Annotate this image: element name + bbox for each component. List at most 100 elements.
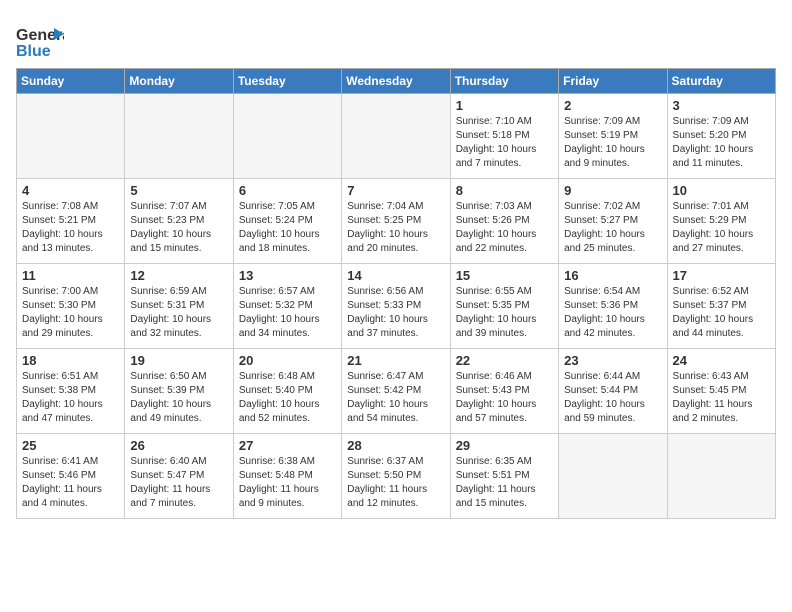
day-of-week-header: Thursday [450,69,558,94]
calendar-cell: 21 Sunrise: 6:47 AM Sunset: 5:42 PM Dayli… [342,349,450,434]
day-info: Sunrise: 6:59 AM Sunset: 5:31 PM Dayligh… [130,285,227,341]
day-number: 21 [347,353,444,368]
calendar-cell: 29Sunrise: 6:35 AM Sunset: 5:51 PM Dayli… [450,434,558,519]
day-info: Sunrise: 6:48 AM Sunset: 5:40 PM Dayligh… [239,370,336,426]
day-number: 3 [673,98,770,113]
calendar-cell: 13 Sunrise: 6:57 AM Sunset: 5:32 PM Dayli… [233,264,341,349]
calendar-cell: 8Sunrise: 7:03 AM Sunset: 5:26 PM Daylig… [450,179,558,264]
calendar-cell: 25 Sunrise: 6:41 AM Sunset: 5:46 PM Dayli… [17,434,125,519]
calendar-cell: 3 Sunrise: 7:09 AM Sunset: 5:20 PM Daylig… [667,94,775,179]
day-number: 24 [673,353,770,368]
day-number: 23 [564,353,661,368]
day-info: Sunrise: 7:08 AM Sunset: 5:21 PM Dayligh… [22,200,119,256]
calendar-cell: 16Sunrise: 6:54 AM Sunset: 5:36 PM Dayli… [559,264,667,349]
calendar-cell: 14Sunrise: 6:56 AM Sunset: 5:33 PM Dayli… [342,264,450,349]
day-info: Sunrise: 7:09 AM Sunset: 5:19 PM Dayligh… [564,115,661,171]
calendar-week-row: 1 Sunrise: 7:10 AM Sunset: 5:18 PM Daylig… [17,94,776,179]
logo: General Blue [16,20,68,60]
day-info: Sunrise: 6:35 AM Sunset: 5:51 PM Dayligh… [456,455,553,511]
calendar-week-row: 4 Sunrise: 7:08 AM Sunset: 5:21 PM Daylig… [17,179,776,264]
day-of-week-header: Sunday [17,69,125,94]
calendar-body: 1 Sunrise: 7:10 AM Sunset: 5:18 PM Daylig… [17,94,776,519]
day-info: Sunrise: 7:01 AM Sunset: 5:29 PM Dayligh… [673,200,770,256]
calendar-cell: 6 Sunrise: 7:05 AM Sunset: 5:24 PM Daylig… [233,179,341,264]
day-number: 26 [130,438,227,453]
day-number: 25 [22,438,119,453]
calendar-cell: 22 Sunrise: 6:46 AM Sunset: 5:43 PM Dayli… [450,349,558,434]
day-info: Sunrise: 6:52 AM Sunset: 5:37 PM Dayligh… [673,285,770,341]
day-number: 4 [22,183,119,198]
calendar-week-row: 25 Sunrise: 6:41 AM Sunset: 5:46 PM Dayli… [17,434,776,519]
calendar-cell [233,94,341,179]
day-info: Sunrise: 6:47 AM Sunset: 5:42 PM Dayligh… [347,370,444,426]
day-of-week-header: Wednesday [342,69,450,94]
calendar-header-row: SundayMondayTuesdayWednesdayThursdayFrid… [17,69,776,94]
day-info: Sunrise: 6:41 AM Sunset: 5:46 PM Dayligh… [22,455,119,511]
day-number: 6 [239,183,336,198]
day-number: 20 [239,353,336,368]
calendar-week-row: 11 Sunrise: 7:00 AM Sunset: 5:30 PM Dayli… [17,264,776,349]
day-info: Sunrise: 7:04 AM Sunset: 5:25 PM Dayligh… [347,200,444,256]
calendar-cell: 11 Sunrise: 7:00 AM Sunset: 5:30 PM Dayli… [17,264,125,349]
calendar-cell: 9 Sunrise: 7:02 AM Sunset: 5:27 PM Daylig… [559,179,667,264]
day-number: 27 [239,438,336,453]
day-info: Sunrise: 7:09 AM Sunset: 5:20 PM Dayligh… [673,115,770,171]
day-number: 14 [347,268,444,283]
calendar-cell: 26 Sunrise: 6:40 AM Sunset: 5:47 PM Dayli… [125,434,233,519]
day-of-week-header: Tuesday [233,69,341,94]
calendar-cell: 5Sunrise: 7:07 AM Sunset: 5:23 PM Daylig… [125,179,233,264]
calendar-cell [125,94,233,179]
day-number: 5 [130,183,227,198]
day-info: Sunrise: 7:02 AM Sunset: 5:27 PM Dayligh… [564,200,661,256]
day-number: 28 [347,438,444,453]
day-of-week-header: Monday [125,69,233,94]
calendar-cell: 24Sunrise: 6:43 AM Sunset: 5:45 PM Dayli… [667,349,775,434]
day-number: 12 [130,268,227,283]
day-number: 17 [673,268,770,283]
day-number: 2 [564,98,661,113]
calendar-cell [342,94,450,179]
calendar-cell: 19 Sunrise: 6:50 AM Sunset: 5:39 PM Dayli… [125,349,233,434]
calendar-cell: 17 Sunrise: 6:52 AM Sunset: 5:37 PM Dayli… [667,264,775,349]
calendar-cell: 10 Sunrise: 7:01 AM Sunset: 5:29 PM Dayli… [667,179,775,264]
day-info: Sunrise: 6:44 AM Sunset: 5:44 PM Dayligh… [564,370,661,426]
day-number: 10 [673,183,770,198]
calendar-cell: 27 Sunrise: 6:38 AM Sunset: 5:48 PM Dayli… [233,434,341,519]
day-info: Sunrise: 6:54 AM Sunset: 5:36 PM Dayligh… [564,285,661,341]
calendar-cell: 1 Sunrise: 7:10 AM Sunset: 5:18 PM Daylig… [450,94,558,179]
day-number: 13 [239,268,336,283]
day-info: Sunrise: 6:38 AM Sunset: 5:48 PM Dayligh… [239,455,336,511]
calendar-cell: 28 Sunrise: 6:37 AM Sunset: 5:50 PM Dayli… [342,434,450,519]
day-info: Sunrise: 6:40 AM Sunset: 5:47 PM Dayligh… [130,455,227,511]
calendar-cell: 2 Sunrise: 7:09 AM Sunset: 5:19 PM Daylig… [559,94,667,179]
calendar-table: SundayMondayTuesdayWednesdayThursdayFrid… [16,68,776,519]
page-header: General Blue [16,16,776,60]
day-info: Sunrise: 6:46 AM Sunset: 5:43 PM Dayligh… [456,370,553,426]
calendar-cell: 18Sunrise: 6:51 AM Sunset: 5:38 PM Dayli… [17,349,125,434]
day-number: 9 [564,183,661,198]
calendar-cell: 23 Sunrise: 6:44 AM Sunset: 5:44 PM Dayli… [559,349,667,434]
day-number: 1 [456,98,553,113]
calendar-cell [559,434,667,519]
logo-icon: General Blue [16,20,64,60]
day-info: Sunrise: 7:00 AM Sunset: 5:30 PM Dayligh… [22,285,119,341]
calendar-cell: 4 Sunrise: 7:08 AM Sunset: 5:21 PM Daylig… [17,179,125,264]
day-info: Sunrise: 6:50 AM Sunset: 5:39 PM Dayligh… [130,370,227,426]
day-info: Sunrise: 6:55 AM Sunset: 5:35 PM Dayligh… [456,285,553,341]
day-of-week-header: Friday [559,69,667,94]
day-number: 19 [130,353,227,368]
calendar-cell: 15 Sunrise: 6:55 AM Sunset: 5:35 PM Dayli… [450,264,558,349]
day-info: Sunrise: 6:37 AM Sunset: 5:50 PM Dayligh… [347,455,444,511]
day-number: 11 [22,268,119,283]
day-info: Sunrise: 7:05 AM Sunset: 5:24 PM Dayligh… [239,200,336,256]
calendar-cell: 20 Sunrise: 6:48 AM Sunset: 5:40 PM Dayli… [233,349,341,434]
day-info: Sunrise: 6:57 AM Sunset: 5:32 PM Dayligh… [239,285,336,341]
day-number: 8 [456,183,553,198]
day-number: 22 [456,353,553,368]
calendar-cell: 7Sunrise: 7:04 AM Sunset: 5:25 PM Daylig… [342,179,450,264]
day-number: 18 [22,353,119,368]
day-of-week-header: Saturday [667,69,775,94]
day-number: 15 [456,268,553,283]
calendar-cell: 12 Sunrise: 6:59 AM Sunset: 5:31 PM Dayli… [125,264,233,349]
day-info: Sunrise: 7:10 AM Sunset: 5:18 PM Dayligh… [456,115,553,171]
